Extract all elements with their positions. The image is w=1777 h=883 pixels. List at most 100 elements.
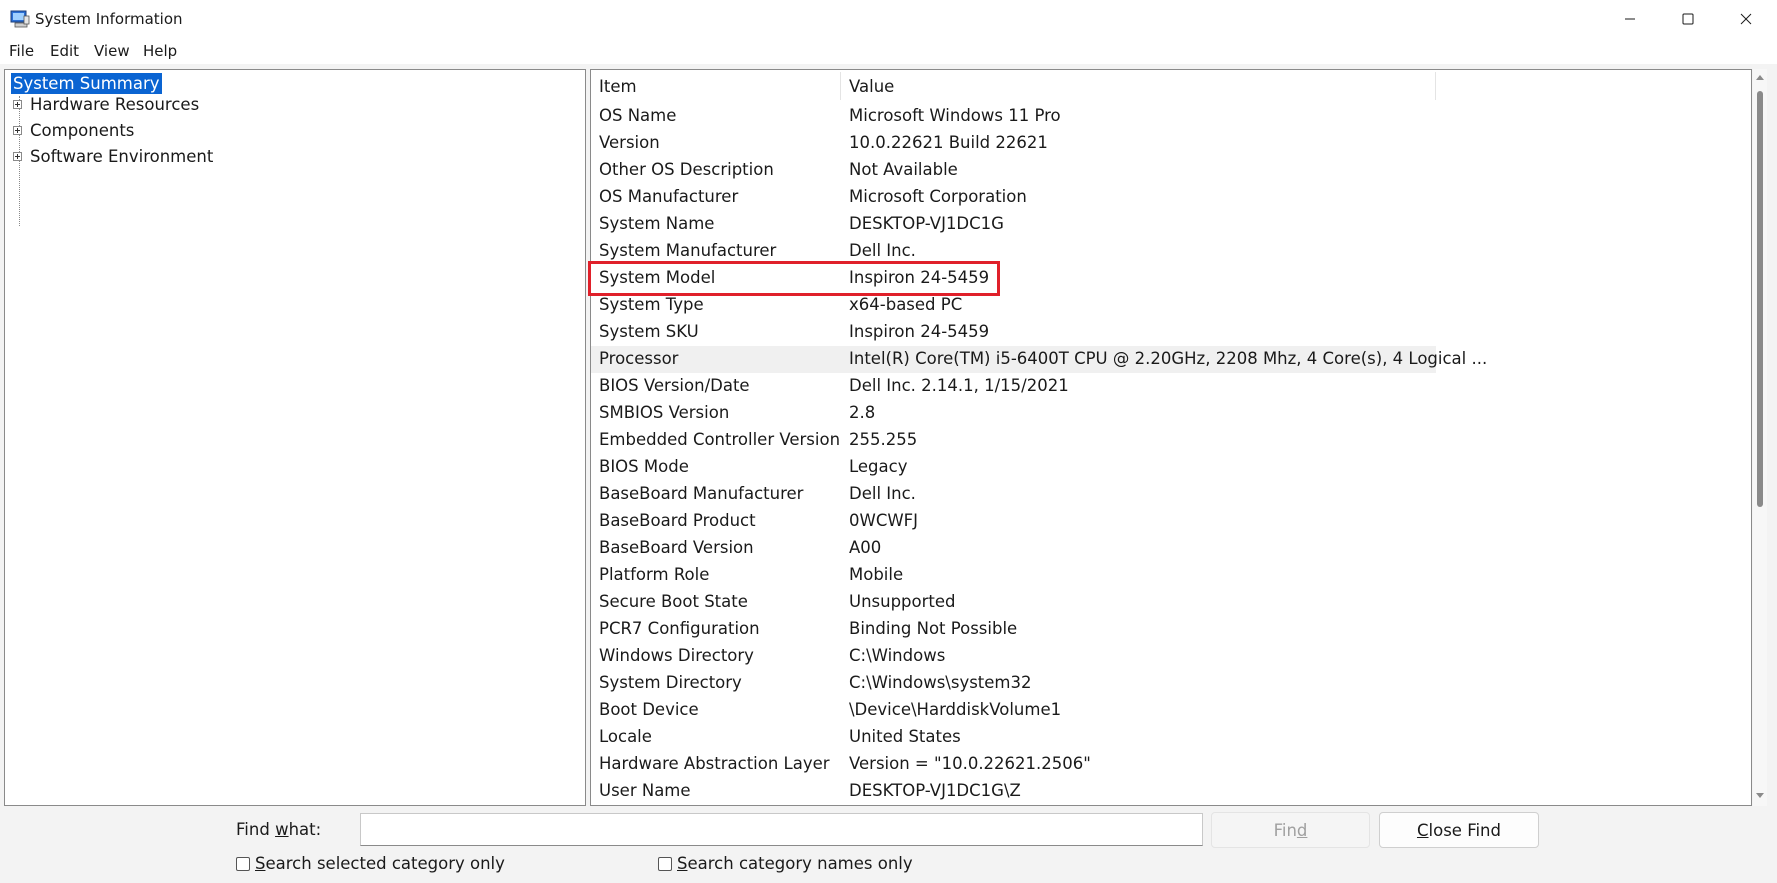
row-item-cell: System Type xyxy=(599,295,704,314)
menu-file[interactable]: File xyxy=(9,42,34,60)
row-value-cell: x64-based PC xyxy=(849,295,963,314)
close-find-button[interactable]: Close Find xyxy=(1379,812,1539,848)
table-row[interactable]: BaseBoard Product 0WCWFJ xyxy=(591,508,1436,535)
find-button[interactable]: Fin d xyxy=(1211,812,1370,848)
table-row[interactable]: BaseBoard Manufacturer Dell Inc. xyxy=(591,481,1436,508)
close-icon xyxy=(1740,13,1752,25)
search-selected-category-only-option[interactable]: Search selected category only xyxy=(236,854,505,873)
scrollbar-thumb[interactable] xyxy=(1757,91,1763,507)
tree-item-software-environment[interactable]: Software Environment xyxy=(30,147,213,166)
row-value-cell: 2.8 xyxy=(849,403,876,422)
row-item-cell: Version xyxy=(599,133,660,152)
row-value-cell: A00 xyxy=(849,538,882,557)
column-resize-handle[interactable] xyxy=(840,72,841,100)
row-item-cell: PCR7 Configuration xyxy=(599,619,760,638)
menu-help[interactable]: Help xyxy=(143,42,177,60)
table-row[interactable]: System Manufacturer Dell Inc. xyxy=(591,238,1436,265)
category-tree[interactable]: System Summary Hardware Resources Compon… xyxy=(4,69,586,806)
expand-icon[interactable] xyxy=(13,152,22,161)
table-row[interactable]: System SKU Inspiron 24-5459 xyxy=(591,319,1436,346)
row-value-cell: 10.0.22621 Build 22621 xyxy=(849,133,1048,152)
row-item-cell: BIOS Mode xyxy=(599,457,689,476)
row-item-cell: OS Name xyxy=(599,106,677,125)
row-value-cell: Microsoft Corporation xyxy=(849,187,1027,206)
table-row[interactable]: Boot Device \Device\HarddiskVolume1 xyxy=(591,697,1436,724)
scroll-up-arrow-icon[interactable] xyxy=(1756,75,1764,80)
table-row[interactable]: System Name DESKTOP-VJ1DC1G xyxy=(591,211,1436,238)
menu-edit[interactable]: Edit xyxy=(50,42,79,60)
table-row[interactable]: Secure Boot State Unsupported xyxy=(591,589,1436,616)
vertical-scrollbar[interactable] xyxy=(1753,69,1767,806)
expand-icon[interactable] xyxy=(13,126,22,135)
window-title: System Information xyxy=(35,10,183,28)
table-row[interactable]: System Directory C:\Windows\system32 xyxy=(591,670,1436,697)
row-item-cell: System Model xyxy=(599,268,716,287)
find-what-input[interactable] xyxy=(360,813,1203,846)
row-value-cell: C:\Windows xyxy=(849,646,946,665)
search-category-names-checkbox[interactable] xyxy=(658,856,672,871)
row-value-cell: Inspiron 24-5459 xyxy=(849,268,990,287)
column-header-value[interactable]: Value xyxy=(849,77,894,96)
row-item-cell: OS Manufacturer xyxy=(599,187,739,206)
menu-view[interactable]: View xyxy=(94,42,130,60)
minimize-icon xyxy=(1625,18,1635,20)
scroll-down-arrow-icon[interactable] xyxy=(1756,793,1764,798)
column-resize-handle[interactable] xyxy=(1435,72,1436,100)
row-value-cell: Legacy xyxy=(849,457,908,476)
table-row[interactable]: Other OS Description Not Available xyxy=(591,157,1436,184)
table-row[interactable]: Windows Directory C:\Windows xyxy=(591,643,1436,670)
row-value-cell: C:\Windows\system32 xyxy=(849,673,1032,692)
row-value-cell: Intel(R) Core(TM) i5-6400T CPU @ 2.20GHz… xyxy=(849,349,1488,368)
table-row[interactable]: SMBIOS Version 2.8 xyxy=(591,400,1436,427)
tree-item-hardware-resources[interactable]: Hardware Resources xyxy=(30,95,199,114)
table-row[interactable]: User Name DESKTOP-VJ1DC1G\Z xyxy=(591,778,1436,805)
table-row[interactable]: Processor Intel(R) Core(TM) i5-6400T CPU … xyxy=(591,346,1487,373)
table-row[interactable]: System Model Inspiron 24-5459 xyxy=(591,265,1436,292)
tree-connector-line xyxy=(19,96,20,226)
row-item-cell: Secure Boot State xyxy=(599,592,748,611)
expand-icon[interactable] xyxy=(13,100,22,109)
system-information-icon xyxy=(10,10,30,28)
row-value-cell: DESKTOP-VJ1DC1G xyxy=(849,214,1004,233)
row-item-cell: System Name xyxy=(599,214,715,233)
table-row[interactable]: BaseBoard Version A00 xyxy=(591,535,1436,562)
row-item-cell: BaseBoard Version xyxy=(599,538,754,557)
details-list[interactable]: Item Value OS Name Microsoft Windows 11 P… xyxy=(590,69,1752,806)
find-what-label: Find what: xyxy=(236,820,322,839)
row-item-cell: BaseBoard Product xyxy=(599,511,756,530)
tree-item-system-summary[interactable]: System Summary xyxy=(11,73,162,94)
row-value-cell: Microsoft Windows 11 Pro xyxy=(849,106,1061,125)
search-category-names-only-option[interactable]: Search category names only xyxy=(658,854,913,873)
table-row[interactable]: System Type x64-based PC xyxy=(591,292,1436,319)
table-row[interactable]: Locale United States xyxy=(591,724,1436,751)
list-header: Item Value xyxy=(591,70,1751,103)
table-row[interactable]: Version 10.0.22621 Build 22621 xyxy=(591,130,1436,157)
table-row[interactable]: Platform Role Mobile xyxy=(591,562,1436,589)
close-window-button[interactable] xyxy=(1717,0,1775,38)
minimize-button[interactable] xyxy=(1601,0,1659,38)
table-row[interactable]: BIOS Version/Date Dell Inc. 2.14.1, 1/15/… xyxy=(591,373,1436,400)
tree-item-components[interactable]: Components xyxy=(30,121,134,140)
row-value-cell: 0WCWFJ xyxy=(849,511,919,530)
row-value-cell: Dell Inc. xyxy=(849,241,916,260)
row-item-cell: Windows Directory xyxy=(599,646,754,665)
row-item-cell: Boot Device xyxy=(599,700,699,719)
row-item-cell: Locale xyxy=(599,727,652,746)
row-item-cell: Hardware Abstraction Layer xyxy=(599,754,830,773)
row-item-cell: System Directory xyxy=(599,673,742,692)
table-row[interactable]: OS Manufacturer Microsoft Corporation xyxy=(591,184,1436,211)
table-row[interactable]: BIOS Mode Legacy xyxy=(591,454,1436,481)
table-row[interactable]: OS Name Microsoft Windows 11 Pro xyxy=(591,103,1436,130)
search-selected-category-checkbox[interactable] xyxy=(236,856,250,871)
row-value-cell: Unsupported xyxy=(849,592,956,611)
column-header-item[interactable]: Item xyxy=(599,77,637,96)
table-row[interactable]: PCR7 Configuration Binding Not Possible xyxy=(591,616,1436,643)
row-item-cell: System Manufacturer xyxy=(599,241,777,260)
maximize-button[interactable] xyxy=(1659,0,1717,38)
table-row[interactable]: Hardware Abstraction Layer Version = "10.… xyxy=(591,751,1436,778)
row-value-cell: DESKTOP-VJ1DC1G\Z xyxy=(849,781,1021,800)
row-value-cell: Version = "10.0.22621.2506" xyxy=(849,754,1091,773)
row-item-cell: BIOS Version/Date xyxy=(599,376,750,395)
table-row[interactable]: Embedded Controller Version 255.255 xyxy=(591,427,1436,454)
row-item-cell: Platform Role xyxy=(599,565,710,584)
